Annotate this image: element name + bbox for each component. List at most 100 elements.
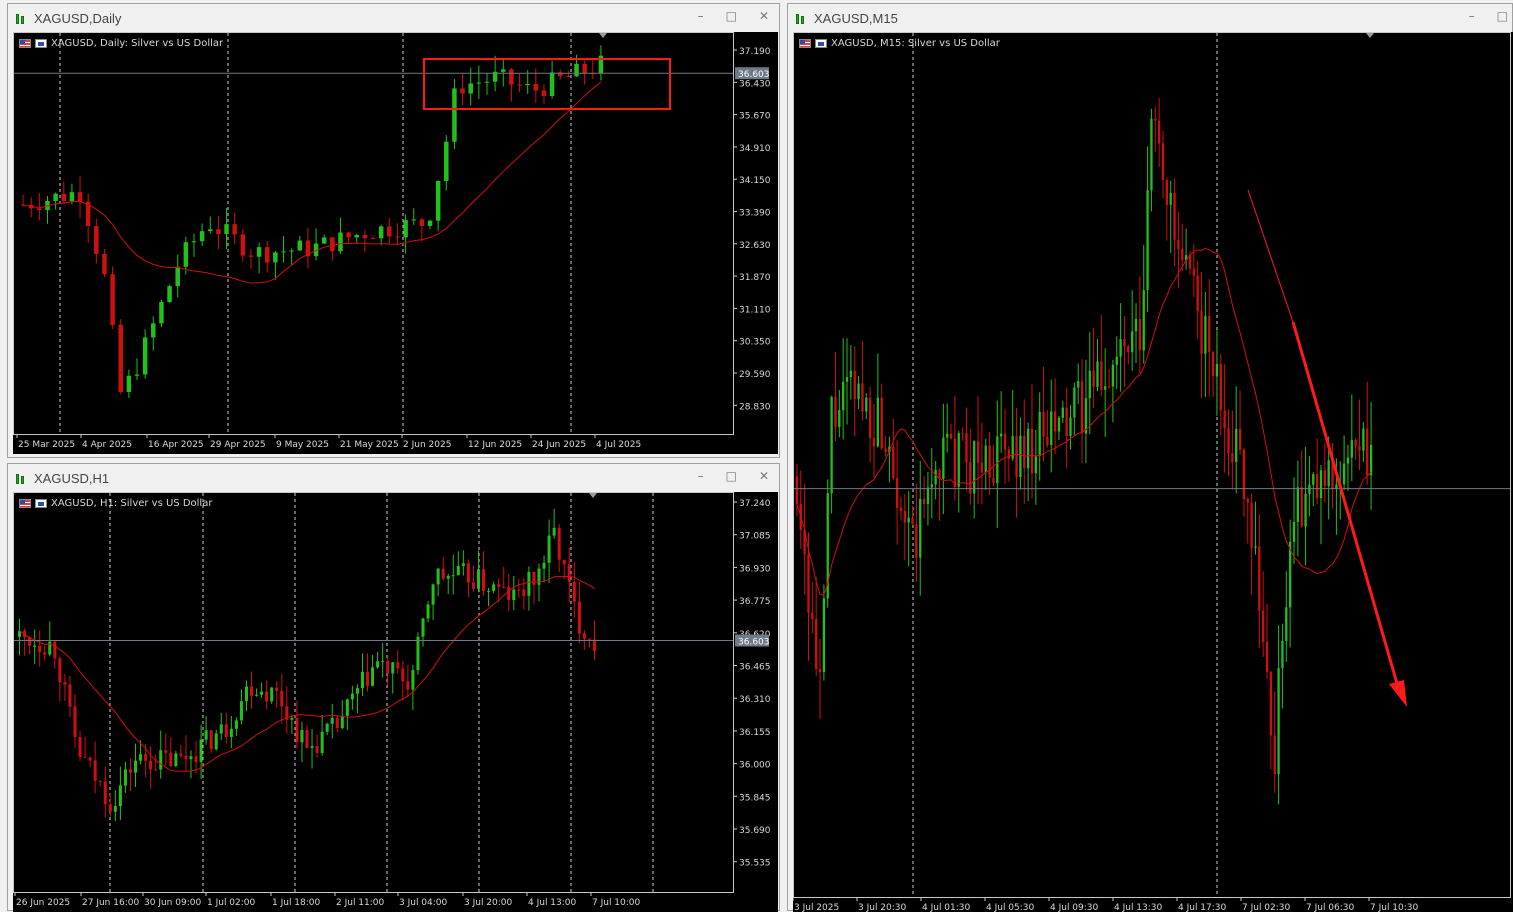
candle-body xyxy=(880,397,883,449)
window-title: XAGUSD,M15 xyxy=(814,10,898,26)
candle-body xyxy=(872,437,876,447)
candle-body xyxy=(815,618,818,670)
candle-body xyxy=(461,563,465,567)
candle-body xyxy=(592,639,596,652)
candle xyxy=(1161,131,1165,199)
h1-chart-window[interactable]: XAGUSD,H1 – □ ✕ 37.240 37.085 36.930 36.775… xyxy=(7,463,780,912)
candle xyxy=(557,524,561,573)
candle xyxy=(915,483,918,582)
h1-titlebar[interactable]: XAGUSD,H1 – □ ✕ xyxy=(8,464,779,492)
candle-body xyxy=(547,535,551,563)
candle xyxy=(240,228,246,262)
candle-body xyxy=(330,237,335,252)
m15-chart-area[interactable]: 3 Jul 2025 3 Jul 20:30 4 Jul 01:30 4 Jul 05… xyxy=(793,32,1513,912)
symbol-label: XAGUSD, M15: Silver vs US Dollar xyxy=(831,38,1000,49)
candle-body xyxy=(476,82,482,84)
m15-titlebar[interactable]: XAGUSD,M15 – □ xyxy=(788,4,1512,32)
candle-body xyxy=(1354,440,1357,447)
candle-body xyxy=(189,756,193,760)
daily-chart-canvas[interactable]: 37.190 36.430 35.670 34.910 34.150 33.390 32.6… xyxy=(13,32,778,454)
candle xyxy=(980,422,984,505)
current-price-label: 36.603 xyxy=(738,637,770,647)
candle xyxy=(1215,330,1219,416)
candle-body xyxy=(1142,290,1145,351)
candle-body xyxy=(387,226,392,237)
candle-body xyxy=(179,753,183,756)
plot-frame xyxy=(13,492,734,893)
h1-chart-canvas[interactable]: 37.24037.08536.93036.77536.62036.46536.3… xyxy=(13,492,778,912)
candle-body xyxy=(795,476,799,504)
candle-body xyxy=(1015,436,1018,478)
candle-body xyxy=(183,242,189,267)
candle xyxy=(313,228,319,261)
candle xyxy=(154,754,158,771)
daily-titlebar[interactable]: XAGUSD,Daily – □ ✕ xyxy=(8,4,779,32)
candle xyxy=(1019,417,1022,490)
candle-body xyxy=(907,517,910,523)
close-button[interactable]: ✕ xyxy=(759,469,769,483)
candle-body xyxy=(355,688,359,694)
candle xyxy=(118,766,122,821)
candle xyxy=(1196,261,1199,339)
candle-body xyxy=(184,755,188,760)
candle-body xyxy=(922,498,926,505)
candle xyxy=(184,735,188,772)
symbol-icon xyxy=(815,39,827,48)
candle-body xyxy=(426,604,430,619)
candle xyxy=(325,722,329,736)
time-tick-label: 24 Jun 2025 xyxy=(532,440,586,450)
candle-body xyxy=(1096,361,1099,387)
candle xyxy=(250,671,254,709)
candle-body xyxy=(260,691,264,695)
time-tick-label: 9 May 2025 xyxy=(276,440,329,450)
candle xyxy=(285,686,289,734)
candle xyxy=(492,581,496,594)
candle xyxy=(43,645,47,661)
candle xyxy=(113,790,117,821)
candle xyxy=(1011,389,1014,461)
candle-body xyxy=(164,750,168,753)
m15-chart-canvas[interactable]: 3 Jul 2025 3 Jul 20:30 4 Jul 01:30 4 Jul 05… xyxy=(793,32,1513,912)
maximize-button[interactable]: □ xyxy=(726,9,737,23)
candle-body xyxy=(123,769,127,786)
candle xyxy=(1204,291,1207,397)
candle xyxy=(391,662,395,694)
candle xyxy=(159,730,163,779)
candle-body xyxy=(1107,386,1111,388)
candle xyxy=(151,316,156,351)
candle xyxy=(899,496,903,521)
m15-chart-window[interactable]: XAGUSD,M15 – □ 3 Jul 2025 3 Jul 20:30 4 Ju… xyxy=(787,3,1513,912)
maximize-button[interactable]: □ xyxy=(726,469,737,483)
candle-body xyxy=(1342,463,1346,485)
candle-body xyxy=(884,448,887,453)
candle xyxy=(270,687,274,704)
candle-body xyxy=(903,510,906,523)
daily-chart-window[interactable]: XAGUSD,Daily – □ ✕ 37.190 36.430 35.670 34.… xyxy=(7,3,780,458)
candle-body xyxy=(167,286,172,303)
candle-body xyxy=(325,723,329,732)
daily-chart-area[interactable]: 37.190 36.430 35.670 34.910 34.150 33.390 32.6… xyxy=(13,32,778,454)
candle-body xyxy=(53,641,57,659)
candle-body xyxy=(1023,435,1026,469)
candle xyxy=(93,741,97,794)
minimize-button[interactable]: – xyxy=(698,9,704,23)
minimize-button[interactable]: – xyxy=(1469,9,1475,23)
candle xyxy=(487,587,491,607)
candle xyxy=(849,345,853,400)
minimize-button[interactable]: – xyxy=(698,469,704,483)
candle xyxy=(441,556,445,581)
candle xyxy=(452,79,457,150)
candle xyxy=(953,395,957,501)
price-tick-label: 32.630 xyxy=(739,241,771,251)
time-tick-label: 4 Jul 13:00 xyxy=(528,898,577,908)
candle xyxy=(456,551,460,576)
h1-chart-area[interactable]: 37.24037.08536.93036.77536.62036.46536.3… xyxy=(13,492,778,912)
candle xyxy=(799,470,802,549)
candle xyxy=(1088,332,1091,435)
candle xyxy=(421,617,425,647)
candle-body xyxy=(33,645,37,647)
candle-body xyxy=(1157,120,1161,144)
close-button[interactable]: ✕ xyxy=(759,9,769,23)
maximize-button[interactable]: □ xyxy=(1497,9,1508,23)
candle xyxy=(103,766,107,818)
